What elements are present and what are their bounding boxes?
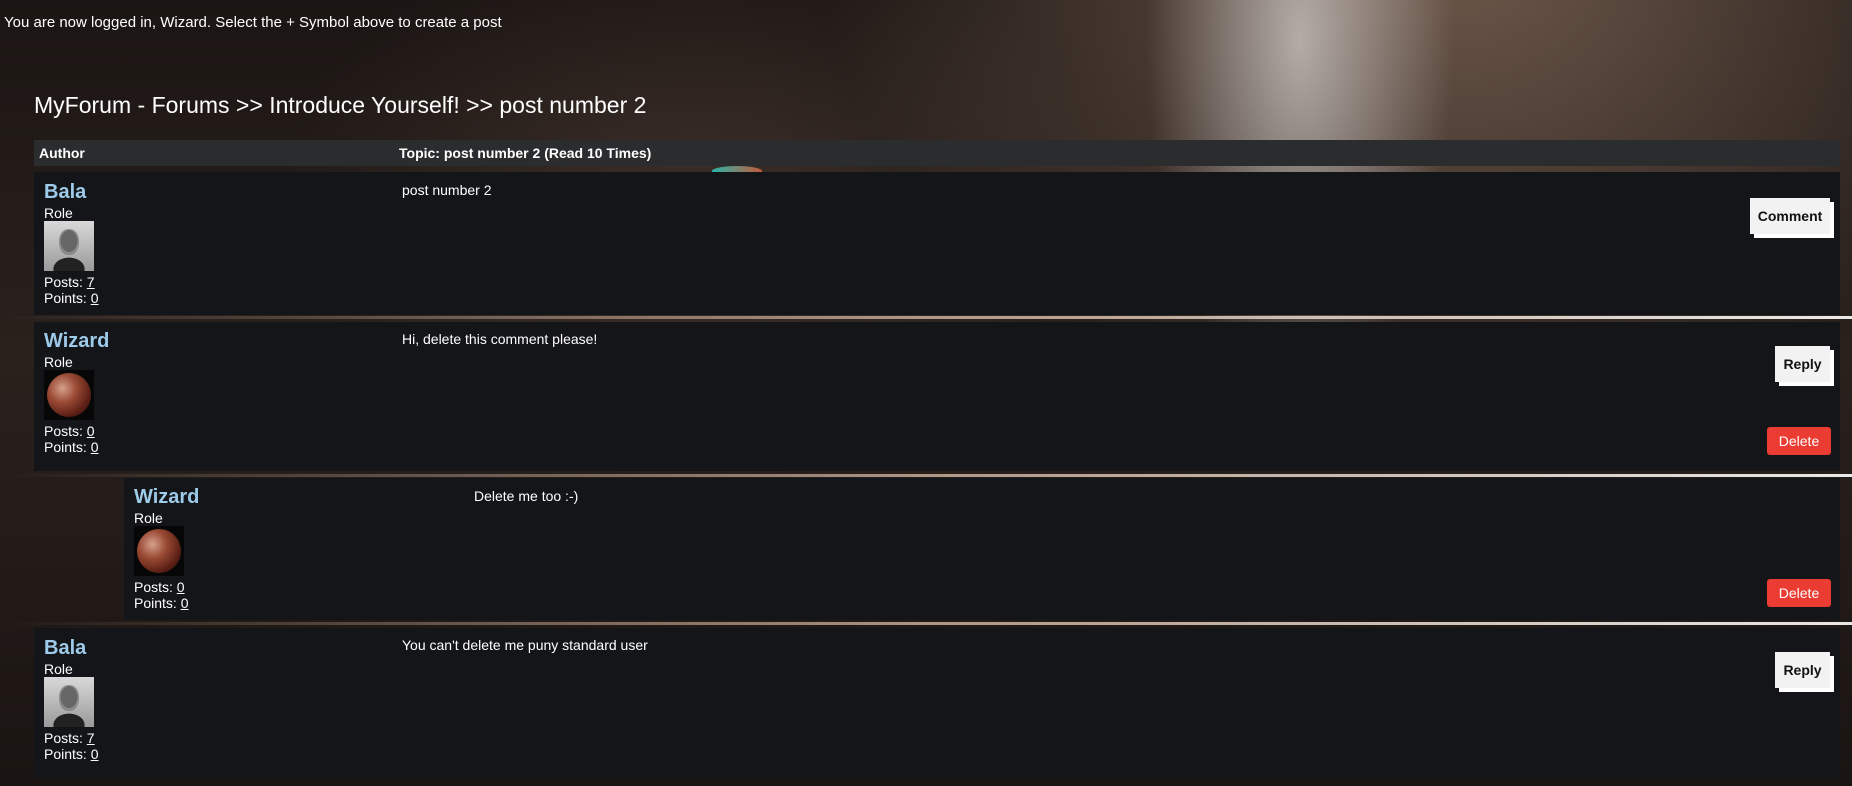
post: Bala Role Posts: 7 Points: 0 You can't d…: [34, 628, 1840, 778]
delete-button[interactable]: Delete: [1767, 579, 1831, 607]
author-stats: Posts: 0 Points: 0: [134, 579, 189, 611]
points-label: Points:: [44, 746, 91, 762]
avatar: [44, 677, 94, 727]
login-status-message: You are now logged in, Wizard. Select th…: [4, 14, 502, 31]
author-role: Role: [44, 661, 73, 677]
breadcrumb-forums[interactable]: Forums: [152, 92, 230, 118]
background-streak: [0, 622, 1852, 625]
posts-count-link[interactable]: 0: [87, 423, 95, 439]
topic-column-header: Topic: post number 2 (Read 10 Times): [399, 145, 652, 161]
posts-label: Posts:: [44, 730, 87, 746]
post-reply: Wizard Role Posts: 0 Points: 0 Delete me…: [124, 478, 1840, 620]
post: Wizard Role Posts: 0 Points: 0 Hi, delet…: [34, 322, 1840, 471]
post: Bala Role Posts: 7 Points: 0 post number…: [34, 172, 1840, 315]
points-count-link[interactable]: 0: [91, 746, 99, 762]
post-text: post number 2: [402, 182, 492, 198]
reply-button[interactable]: Reply: [1775, 652, 1830, 688]
author-stats: Posts: 7 Points: 0: [44, 730, 99, 762]
author-stats: Posts: 0 Points: 0: [44, 423, 99, 455]
avatar: [134, 526, 184, 576]
background-streak: [0, 316, 1852, 319]
points-label: Points:: [44, 290, 91, 306]
author-role: Role: [134, 510, 163, 526]
background-streak: [0, 474, 1852, 477]
author-role: Role: [44, 205, 73, 221]
avatar: [44, 221, 94, 271]
breadcrumb: MyForum - Forums >> Introduce Yourself! …: [34, 92, 646, 119]
avatar: [44, 370, 94, 420]
breadcrumb-separator: >>: [459, 92, 500, 118]
author-stats: Posts: 7 Points: 0: [44, 274, 99, 306]
author-name[interactable]: Bala: [44, 181, 86, 204]
author-name[interactable]: Wizard: [44, 330, 109, 353]
posts-count-link[interactable]: 7: [87, 730, 95, 746]
post-text: Delete me too :-): [474, 488, 579, 504]
posts-count-link[interactable]: 0: [177, 579, 185, 595]
points-count-link[interactable]: 0: [91, 439, 99, 455]
points-count-link[interactable]: 0: [181, 595, 189, 611]
author-name[interactable]: Wizard: [134, 486, 199, 509]
points-count-link[interactable]: 0: [91, 290, 99, 306]
breadcrumb-site[interactable]: MyForum: [34, 92, 131, 118]
comment-button[interactable]: Comment: [1750, 198, 1830, 234]
breadcrumb-category[interactable]: Introduce Yourself!: [269, 92, 460, 118]
breadcrumb-topic: post number 2: [499, 92, 647, 118]
reply-button[interactable]: Reply: [1775, 346, 1830, 382]
author-name[interactable]: Bala: [44, 637, 86, 660]
points-label: Points:: [134, 595, 181, 611]
posts-label: Posts:: [134, 579, 177, 595]
author-column-header: Author: [39, 145, 85, 161]
breadcrumb-separator: >>: [229, 92, 270, 118]
delete-button[interactable]: Delete: [1767, 427, 1831, 455]
points-label: Points:: [44, 439, 91, 455]
posts-count-link[interactable]: 7: [87, 274, 95, 290]
posts-table-header: Author Topic: post number 2 (Read 10 Tim…: [34, 140, 1840, 166]
post-text: Hi, delete this comment please!: [402, 331, 598, 347]
posts-label: Posts:: [44, 274, 87, 290]
breadcrumb-separator: -: [131, 92, 152, 118]
author-role: Role: [44, 354, 73, 370]
posts-label: Posts:: [44, 423, 87, 439]
post-text: You can't delete me puny standard user: [402, 637, 648, 653]
